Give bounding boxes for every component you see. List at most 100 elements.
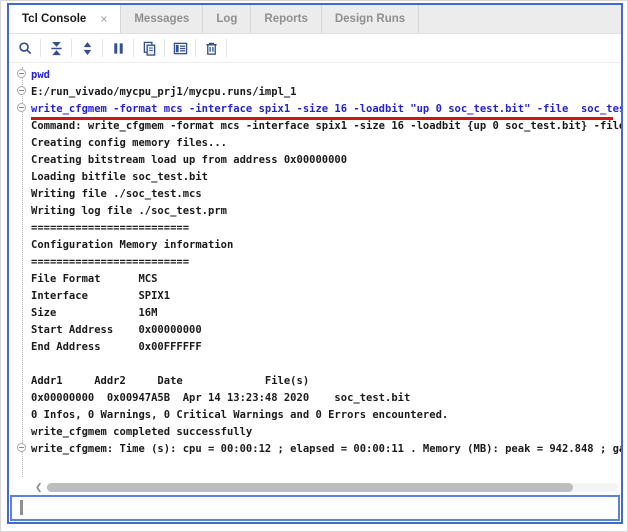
line-gutter [9, 270, 31, 287]
tab-log[interactable]: Log [203, 5, 251, 33]
tab-reports[interactable]: Reports [251, 5, 321, 33]
tab-design-runs[interactable]: Design Runs [322, 5, 419, 33]
command-input-row [10, 495, 620, 521]
output-text [31, 358, 37, 370]
tab-label: Reports [264, 13, 307, 25]
horizontal-scrollbar[interactable]: ❮ [9, 480, 621, 495]
line-gutter [9, 236, 31, 253]
delete-icon [204, 41, 219, 56]
close-icon[interactable]: × [100, 12, 107, 26]
tab-label: Tcl Console [22, 13, 86, 25]
console-line: Loading bitfile soc_test.bit [9, 168, 621, 185]
scroll-left-arrow-icon[interactable]: ❮ [35, 483, 43, 492]
output-text: Creating config memory files... [31, 137, 227, 149]
line-gutter [9, 287, 31, 304]
command-text: pwd [31, 69, 50, 81]
console-line: write_cfgmem: Time (s): cpu = 00:00:12 ;… [9, 440, 621, 457]
console-line: pwd [9, 66, 621, 83]
console-line: Writing file ./soc_test.mcs [9, 185, 621, 202]
console-line: 0x00000000 0x00947A5B Apr 14 13:23:48 20… [9, 389, 621, 406]
console-line: File Format MCS [9, 270, 621, 287]
output-text: End Address 0x00FFFFFF [31, 341, 202, 353]
output-text: Command: write_cfgmem -format mcs -inter… [31, 120, 621, 132]
tab-tcl-console[interactable]: Tcl Console × [9, 5, 121, 33]
line-gutter [9, 202, 31, 219]
console-line: Interface SPIX1 [9, 287, 621, 304]
line-gutter [9, 66, 31, 83]
tab-label: Log [216, 13, 237, 25]
tab-label: Design Runs [335, 13, 405, 25]
scrollbar-thumb[interactable] [47, 483, 574, 492]
command-text: write_cfgmem -format mcs -interface spix… [31, 103, 621, 115]
search-button[interactable] [13, 36, 37, 60]
collapse-toggle-icon[interactable] [17, 443, 26, 452]
console-line: Start Address 0x00000000 [9, 321, 621, 338]
line-gutter [9, 423, 31, 440]
expand-all-button[interactable] [75, 36, 99, 60]
collapse-toggle-icon[interactable] [17, 103, 26, 112]
console-line: 0 Infos, 0 Warnings, 0 Critical Warnings… [9, 406, 621, 423]
scrollbar-track[interactable] [46, 483, 618, 492]
console-output: pwd E:/run_vivado/mycpu_prj1/mycpu.runs/i… [9, 63, 621, 495]
line-gutter [9, 151, 31, 168]
console-line: ========================= [9, 253, 621, 270]
console-line [9, 355, 621, 372]
output-text: Creating bitstream load up from address … [31, 154, 347, 166]
toolbar-separator [133, 39, 134, 57]
output-text: Addr1 Addr2 Date File(s) [31, 375, 309, 387]
console-line: Configuration Memory information [9, 236, 621, 253]
line-gutter [9, 83, 31, 100]
collapse-toggle-icon[interactable] [17, 86, 26, 95]
expand-all-icon [80, 41, 95, 56]
output-text: File Format MCS [31, 273, 157, 285]
console-toolbar [9, 34, 621, 63]
line-gutter [9, 134, 31, 151]
delete-button[interactable] [199, 36, 223, 60]
collapse-toggle-icon[interactable] [17, 69, 26, 78]
output-text: write_cfgmem: Time (s): cpu = 00:00:12 ;… [31, 443, 621, 455]
console-line: write_cfgmem completed successfully [9, 423, 621, 440]
output-text: ========================= [31, 222, 189, 234]
line-gutter [9, 406, 31, 423]
tab-messages[interactable]: Messages [121, 5, 203, 33]
text-cursor [20, 500, 23, 515]
line-gutter [9, 253, 31, 270]
line-gutter [9, 304, 31, 321]
queue-icon [173, 41, 188, 56]
output-text: Start Address 0x00000000 [31, 324, 202, 336]
collapse-all-icon [49, 41, 64, 56]
output-text: Writing file ./soc_test.mcs [31, 188, 202, 200]
line-gutter [9, 338, 31, 355]
queue-button[interactable] [168, 36, 192, 60]
console-line: Creating bitstream load up from address … [9, 151, 621, 168]
line-gutter [9, 117, 31, 134]
console-line: ========================= [9, 219, 621, 236]
line-gutter [9, 185, 31, 202]
console-line: End Address 0x00FFFFFF [9, 338, 621, 355]
output-text: E:/run_vivado/mycpu_prj1/mycpu.runs/impl… [31, 86, 297, 98]
tcl-console-panel: Tcl Console × Messages Log Reports Desig… [7, 3, 623, 524]
line-gutter [9, 100, 31, 117]
pause-button[interactable] [106, 36, 130, 60]
copy-button[interactable] [137, 36, 161, 60]
tcl-command-input[interactable] [12, 497, 618, 519]
toolbar-separator [102, 39, 103, 57]
console-line: Addr1 Addr2 Date File(s) [9, 372, 621, 389]
pause-icon [111, 41, 126, 56]
vivado-console-window: Tcl Console × Messages Log Reports Desig… [0, 0, 628, 532]
line-gutter [9, 168, 31, 185]
collapse-all-button[interactable] [44, 36, 68, 60]
output-text: Size 16M [31, 307, 157, 319]
search-icon [18, 41, 33, 56]
console-line: Creating config memory files... [9, 134, 621, 151]
highlight-underline [31, 117, 613, 120]
line-gutter [9, 321, 31, 338]
output-text: 0x00000000 0x00947A5B Apr 14 13:23:48 20… [31, 392, 410, 404]
toolbar-separator [195, 39, 196, 57]
line-gutter [9, 219, 31, 236]
console-line: Size 16M [9, 304, 621, 321]
output-text: Configuration Memory information [31, 239, 233, 251]
console-line: Writing log file ./soc_test.prm [9, 202, 621, 219]
output-text: ========================= [31, 256, 189, 268]
output-text: write_cfgmem completed successfully [31, 426, 252, 438]
